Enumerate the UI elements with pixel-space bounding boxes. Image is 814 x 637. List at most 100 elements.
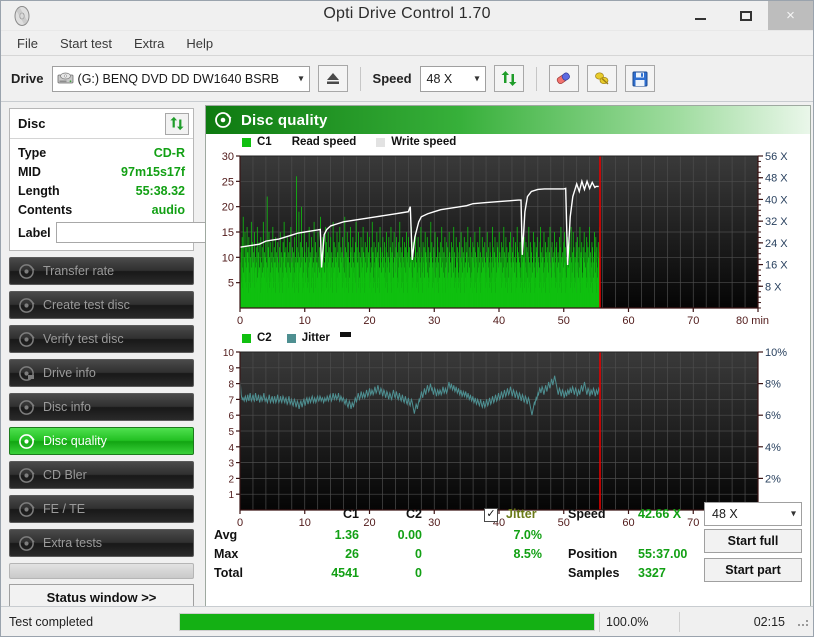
svg-text:60: 60 (622, 315, 634, 327)
disc-row-key: Contents (18, 202, 73, 217)
disc-row-value: audio (151, 202, 185, 217)
drive-label: Drive (11, 71, 44, 86)
panel-title: Disc quality (241, 111, 328, 129)
chevron-down-icon: ▾ (474, 73, 480, 84)
disc-panel-header: Disc (10, 109, 193, 139)
sidebar: Disc Type CD-R MID 97m15s17f Length 55:3… (1, 102, 243, 621)
status-text: Test completed (9, 614, 94, 629)
jitter-checkbox[interactable]: ✓ (484, 506, 498, 522)
progress-percent: 100.0% (599, 611, 679, 632)
sidebar-item-label: Disc quality (43, 434, 107, 448)
disc-quality-panel: Disc quality C1 Read speed Write speed 5… (205, 105, 811, 618)
progress-bar-track (179, 612, 595, 631)
disc-row-key: MID (18, 164, 41, 179)
legend-drag-handle[interactable] (339, 332, 351, 337)
menu-start-test[interactable]: Start test (58, 34, 114, 53)
pins-icon (594, 72, 609, 85)
start-part-button[interactable]: Start part (704, 558, 802, 582)
toolbar-divider-2 (535, 66, 537, 91)
start-part-label: Start part (725, 563, 781, 577)
svg-text:16 X: 16 X (765, 260, 788, 272)
svg-text:10%: 10% (765, 347, 787, 359)
chevron-down-icon: ▾ (298, 73, 304, 84)
bookmark-button[interactable] (586, 65, 617, 92)
erase-button[interactable] (548, 65, 579, 92)
sidebar-item-verify-test-disc[interactable]: Verify test disc (9, 325, 194, 353)
chart2-legend: C2 Jitter (206, 330, 810, 346)
menu-bar: File Start test Extra Help (1, 31, 813, 56)
resize-grip-icon[interactable] (797, 615, 811, 629)
stats-max-c2: 0 (415, 547, 422, 561)
sidebar-item-disc-info[interactable]: Disc info (9, 393, 194, 421)
menu-extra[interactable]: Extra (132, 34, 166, 53)
legend-swatch-c2 (242, 333, 251, 343)
sidebar-item-label: Extra tests (43, 536, 103, 550)
svg-text:30: 30 (222, 151, 234, 163)
svg-text:9: 9 (228, 364, 234, 375)
sidebar-nav: Transfer rate Create test disc Verify te… (9, 257, 194, 610)
chevron-down-icon: ▾ (790, 508, 796, 520)
svg-text:8: 8 (228, 380, 234, 391)
sidebar-item-cd-bler[interactable]: CD Bler (9, 461, 194, 489)
disc-test-icon (19, 535, 35, 551)
sidebar-item-fe-te[interactable]: FE / TE (9, 495, 194, 523)
refresh-button[interactable] (493, 65, 524, 92)
chart1-legend: C1 Read speed Write speed (206, 134, 810, 150)
legend-label-c1: C1 (257, 136, 272, 148)
chart1-wrap: 5 10 15 20 25 30 0 10 20 30 40 50 60 70 80 min 8 X 16 X 2… (206, 150, 810, 330)
refresh-icon (170, 116, 184, 131)
status-bar: Test completed 100.0% 02:15 (1, 606, 813, 636)
eraser-icon (556, 72, 570, 85)
test-speed-select[interactable]: 48 X ▾ (704, 502, 802, 526)
svg-text:50: 50 (558, 315, 570, 327)
stats-speed-value: 42.66 X (638, 507, 682, 521)
refresh-icon (501, 71, 517, 86)
svg-text:10: 10 (299, 315, 311, 327)
stats-col-c1: C1 (343, 507, 359, 521)
eject-button[interactable] (317, 65, 348, 92)
svg-text:15: 15 (222, 227, 234, 239)
maximize-icon (739, 10, 752, 21)
legend-label-jitter: Jitter (301, 332, 330, 344)
disc-label-row: Label (10, 219, 243, 249)
stats-speed-label: Speed (568, 507, 606, 521)
disc-refresh-button[interactable] (165, 112, 189, 135)
sidebar-item-extra-tests[interactable]: Extra tests (9, 529, 194, 557)
sidebar-item-label: Drive info (43, 366, 96, 380)
disc-test-icon (19, 467, 35, 483)
svg-text:2: 2 (228, 474, 234, 485)
save-button[interactable] (624, 65, 655, 92)
svg-text:7: 7 (228, 395, 234, 406)
maximize-button[interactable] (723, 1, 768, 30)
stats-col-jitter: Jitter (506, 507, 537, 521)
start-full-button[interactable]: Start full (704, 529, 802, 553)
disc-row-value: 97m15s17f (121, 164, 185, 179)
drive-select[interactable]: (G:) BENQ DVD DD DW1640 BSRB ▾ (51, 65, 310, 92)
disc-label-input[interactable] (55, 222, 219, 243)
sidebar-item-drive-info[interactable]: Drive info (9, 359, 194, 387)
minimize-button[interactable] (678, 1, 723, 30)
sidebar-item-disc-quality[interactable]: Disc quality (9, 427, 194, 455)
svg-text:25: 25 (222, 176, 234, 188)
stats-avg-c1: 1.36 (334, 528, 359, 542)
toolbar-divider (359, 66, 361, 91)
svg-text:8%: 8% (765, 379, 781, 391)
sidebar-item-label: Transfer rate (43, 264, 115, 278)
speed-select[interactable]: 48 X ▾ (419, 65, 486, 92)
menu-help[interactable]: Help (184, 34, 215, 53)
sidebar-item-create-test-disc[interactable]: Create test disc (9, 291, 194, 319)
svg-text:6: 6 (228, 411, 234, 422)
menu-file[interactable]: File (15, 34, 40, 53)
svg-text:1: 1 (228, 490, 234, 501)
svg-text:3: 3 (228, 459, 234, 470)
progress-bar-fill (180, 613, 594, 630)
panel-header: Disc quality (206, 106, 810, 134)
svg-text:2%: 2% (765, 473, 781, 485)
sidebar-item-label: Verify test disc (43, 332, 124, 346)
status-window-label: Status window >> (46, 589, 157, 605)
close-button[interactable]: × (768, 1, 813, 30)
sidebar-item-transfer-rate[interactable]: Transfer rate (9, 257, 194, 285)
disc-row-mid: MID 97m15s17f (10, 162, 193, 181)
c1-read-speed-chart[interactable]: 5 10 15 20 25 30 0 10 20 30 40 50 60 70 80 min 8 X 16 X 2… (206, 150, 810, 330)
jitter-checkbox-box: ✓ (484, 507, 498, 522)
